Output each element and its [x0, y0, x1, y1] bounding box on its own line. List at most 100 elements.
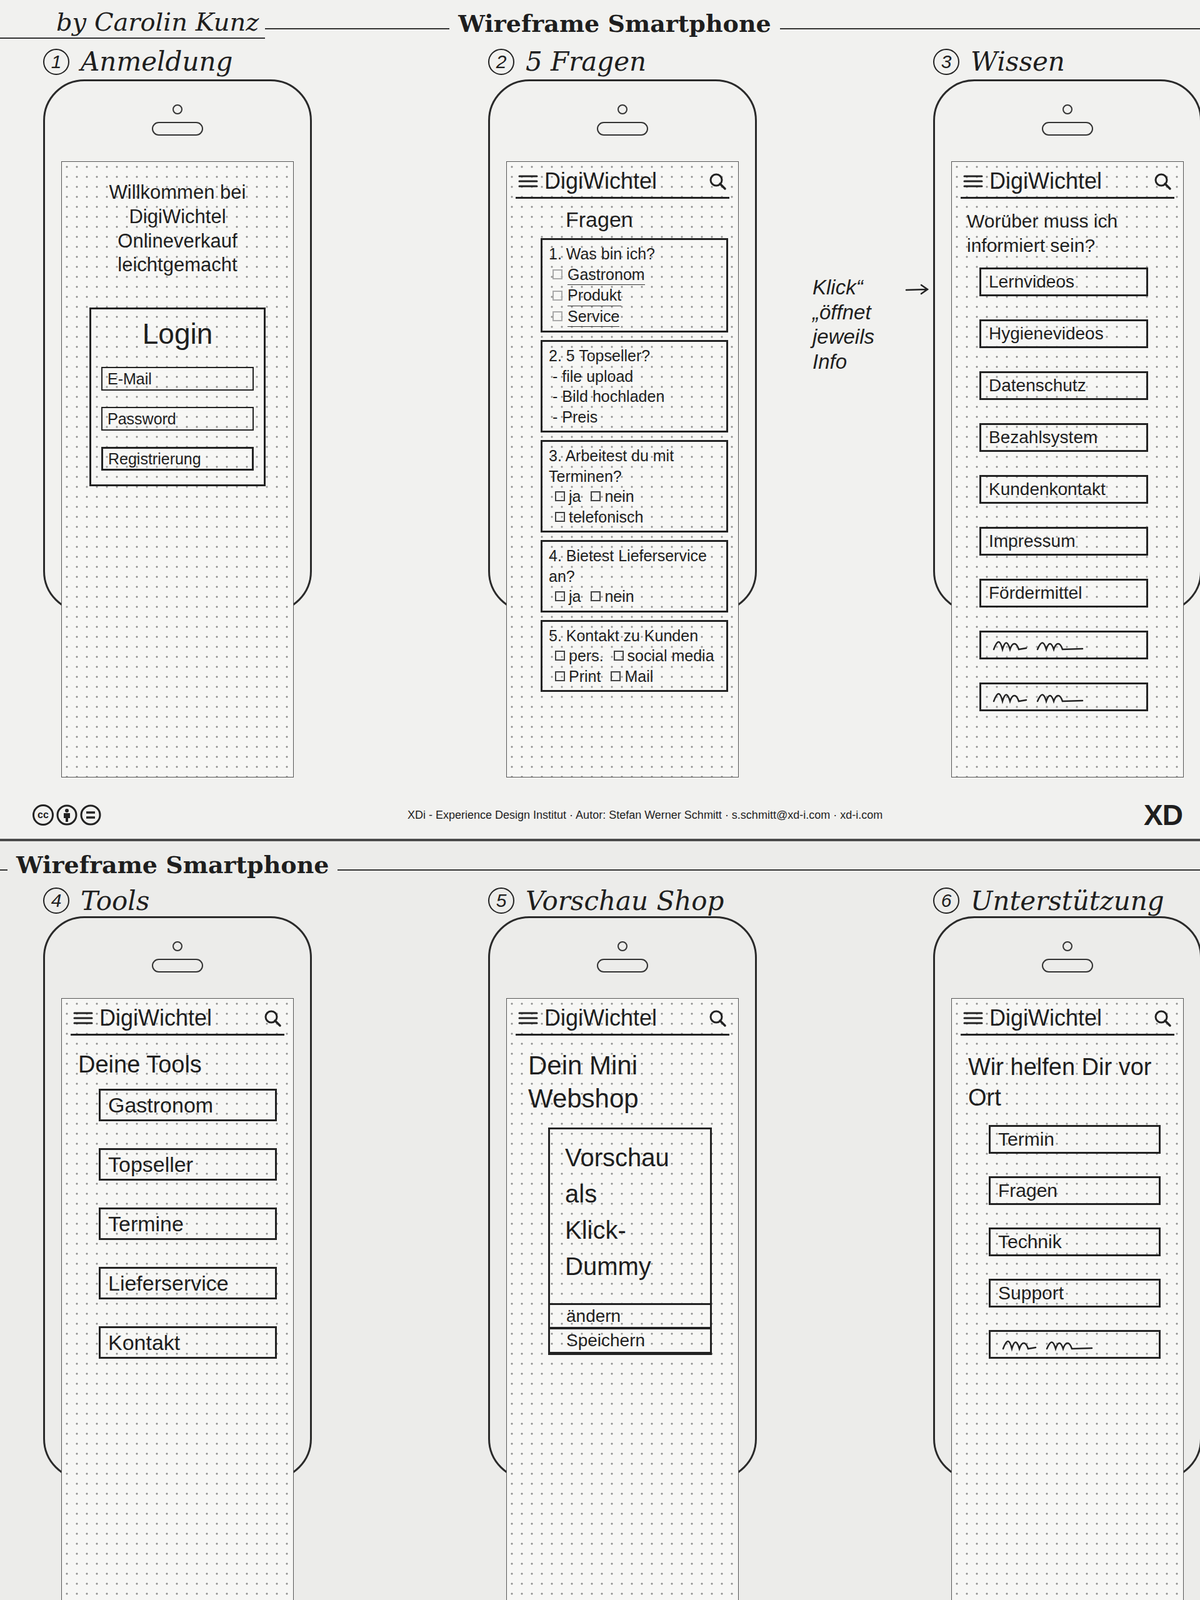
app-title: DigiWichtel	[989, 1005, 1147, 1032]
button-label: Impressum	[988, 531, 1075, 552]
question-card: 4. Bietest Lieferservice an?janein	[540, 540, 729, 613]
checkbox[interactable]	[590, 491, 601, 502]
app-bar: DigiWichtel	[70, 1005, 285, 1036]
menu-icon[interactable]	[73, 1010, 94, 1026]
menu-button[interactable]	[979, 630, 1149, 660]
screen-label: 3Wissen	[933, 43, 1200, 80]
menu-button[interactable]: Support	[988, 1278, 1161, 1308]
menu-button[interactable]	[979, 682, 1149, 712]
question-list: 1. Was bin ich?GastronomProduktService2.…	[515, 238, 730, 692]
screen-label: 6Unterstützung	[933, 885, 1200, 917]
checkbox[interactable]	[555, 511, 565, 522]
button-label: Termine	[108, 1211, 184, 1237]
menu-button[interactable]: Termin	[988, 1125, 1161, 1154]
annotation: Klick“„öffnetjeweilsInfo	[812, 275, 875, 374]
choice: ja	[555, 586, 581, 607]
menu-button[interactable]: Hygienevideos	[979, 319, 1149, 349]
menu-button[interactable]: Datenschutz	[979, 371, 1149, 400]
scribble-icon	[988, 688, 1114, 705]
choice-label: Print	[568, 666, 601, 687]
checkbox[interactable]	[555, 650, 565, 661]
search-icon[interactable]	[708, 1008, 727, 1028]
button-list: Termin Fragen Technik Support	[988, 1125, 1161, 1359]
phone-screen: DigiWichtelDein Mini WebshopVorschaualsK…	[506, 998, 739, 1600]
sheet-header: by Carolin KunzWireframe Smartphone	[0, 0, 1200, 44]
edit-button[interactable]: ändern	[550, 1303, 710, 1327]
step-number: 5	[488, 887, 515, 914]
login-field[interactable]: Password	[101, 406, 254, 431]
save-button[interactable]: Speichern	[550, 1326, 710, 1354]
menu-button[interactable]: Kundenkontakt	[979, 475, 1149, 504]
screen-heading: Fragen	[565, 207, 730, 232]
search-icon[interactable]	[708, 171, 727, 191]
menu-button[interactable]: Technik	[988, 1227, 1161, 1257]
menu-button[interactable]: Bezahlsystem	[979, 423, 1149, 452]
menu-button[interactable]: Fördermittel	[979, 578, 1149, 608]
noderivs-icon	[80, 804, 102, 826]
wireframe-column: 5Vorschau ShopDigiWichtelDein Mini Websh…	[488, 885, 757, 1600]
welcome-line: Willkommen bei	[70, 180, 285, 205]
menu-button[interactable]: Kontakt	[98, 1326, 277, 1359]
menu-button[interactable]	[988, 1330, 1161, 1359]
menu-button[interactable]: Impressum	[979, 526, 1149, 556]
wireframe-column: 4ToolsDigiWichtelDeine ToolsGastronomTop…	[43, 885, 312, 1600]
checkbox[interactable]	[552, 311, 563, 322]
app-title: DigiWichtel	[99, 1005, 257, 1032]
choice-label: social media	[627, 645, 715, 667]
register-button[interactable]: Registrierung	[101, 446, 254, 471]
search-icon[interactable]	[1153, 1008, 1172, 1028]
phone-frame: DigiWichtelDeine ToolsGastronomTopseller…	[43, 916, 312, 1600]
button-label: Termin	[998, 1128, 1055, 1150]
menu-button[interactable]: Lieferservice	[98, 1266, 277, 1300]
step-title: Anmeldung	[80, 46, 233, 77]
menu-button[interactable]: Lernvideos	[979, 267, 1149, 297]
scribble-icon	[988, 636, 1114, 654]
checkbox[interactable]	[552, 269, 563, 280]
phone-screen: DigiWichtelFragen1. Was bin ich?Gastrono…	[506, 161, 739, 778]
login-field[interactable]: E-Mail	[101, 366, 254, 391]
search-icon[interactable]	[1153, 171, 1172, 191]
choice-label: telefonisch	[568, 506, 644, 528]
menu-icon[interactable]	[518, 173, 539, 189]
phone-screen: DigiWichtelDeine ToolsGastronomTopseller…	[61, 998, 294, 1600]
checkbox[interactable]	[610, 671, 621, 682]
menu-icon[interactable]	[518, 1010, 539, 1026]
step-number: 1	[43, 48, 70, 75]
menu-button[interactable]: Topseller	[98, 1148, 277, 1181]
login-title: Login	[101, 316, 254, 351]
checkbox[interactable]	[555, 671, 565, 682]
button-label: Support	[998, 1282, 1064, 1304]
menu-icon[interactable]	[963, 1010, 984, 1026]
step-number: 3	[933, 48, 960, 75]
annotation-line: jeweils	[812, 324, 875, 350]
welcome-line: leichtgemacht	[70, 253, 285, 278]
question-title: 5. Kontakt zu Kunden	[548, 625, 720, 647]
welcome-line: Onlineverkauf	[70, 229, 285, 254]
annotation-line: Klick“	[812, 275, 875, 300]
choice: nein	[590, 486, 634, 507]
phone-top	[488, 916, 757, 999]
speaker-icon	[1041, 958, 1094, 973]
menu-button[interactable]: Fragen	[988, 1176, 1161, 1205]
phone-top	[488, 79, 757, 162]
question-title: 4. Bietest Lieferservice an?	[548, 545, 720, 587]
phone-row: 1AnmeldungWillkommen beiDigiWichtelOnlin…	[0, 43, 1200, 778]
camera-icon	[172, 941, 183, 952]
menu-button[interactable]: Termine	[98, 1207, 277, 1240]
checkbox[interactable]	[590, 591, 601, 602]
menu-icon[interactable]	[963, 173, 984, 189]
preview-text: VorschaualsKlick-Dummy	[550, 1129, 710, 1304]
search-icon[interactable]	[263, 1008, 282, 1028]
welcome-text: Willkommen beiDigiWichtelOnlineverkaufle…	[70, 180, 285, 278]
button-label: Kundenkontakt	[988, 479, 1106, 500]
app-bar: DigiWichtel	[960, 168, 1175, 199]
checkbox[interactable]	[555, 491, 565, 502]
header-rule	[337, 869, 1200, 871]
phone-screen: DigiWichtelWir helfen Dir vor OrtTerminF…	[951, 998, 1184, 1600]
checkbox[interactable]	[613, 650, 624, 661]
checkbox[interactable]	[555, 591, 565, 602]
checkbox[interactable]	[552, 290, 563, 301]
menu-button[interactable]: Gastronom	[98, 1088, 277, 1122]
shop-preview[interactable]: VorschaualsKlick-DummyändernSpeichern	[548, 1127, 712, 1355]
header-rule	[265, 28, 450, 30]
